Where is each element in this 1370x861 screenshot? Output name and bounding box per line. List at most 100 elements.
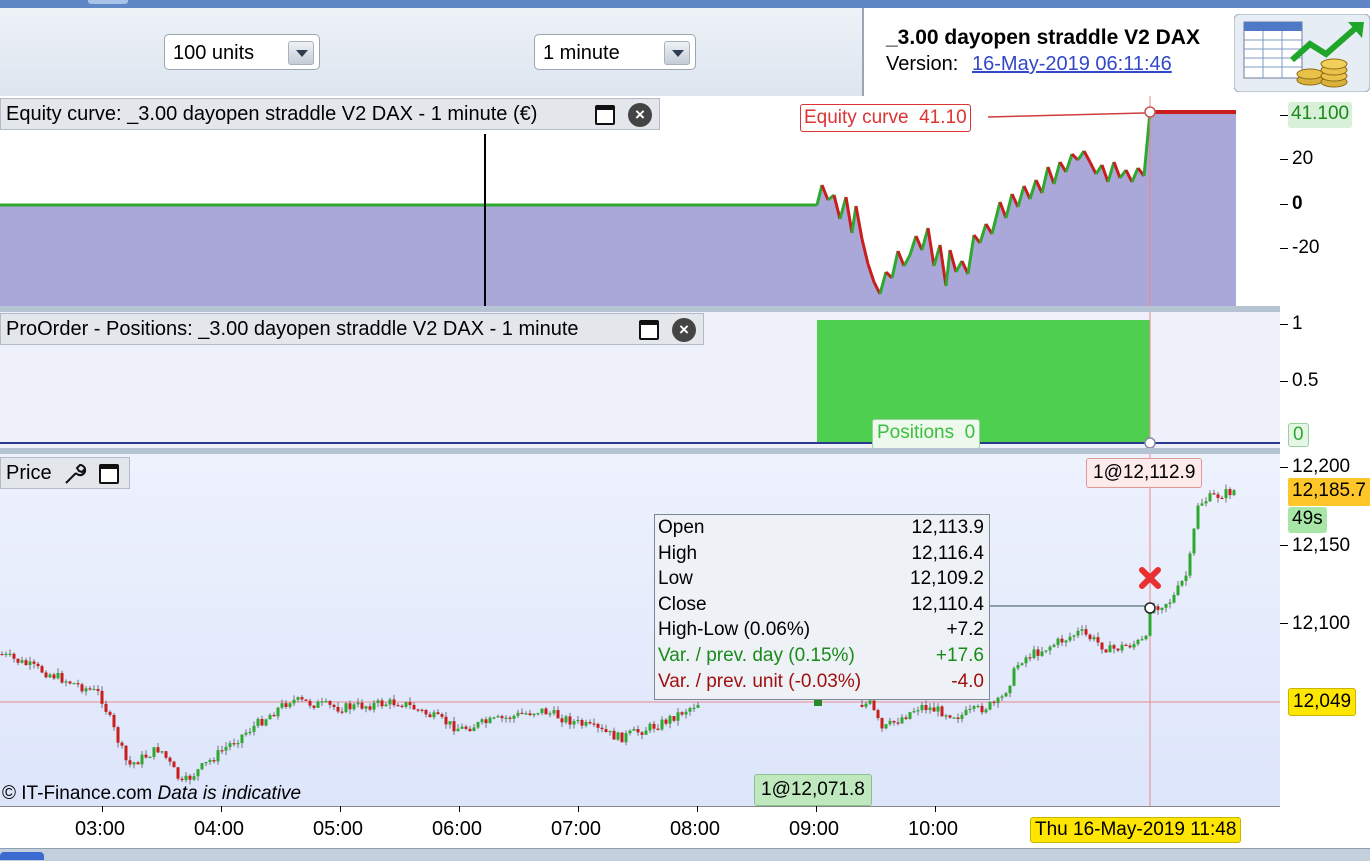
candle-body: [1084, 629, 1088, 635]
window-top-tab[interactable]: [88, 0, 128, 4]
candle-body: [140, 754, 144, 765]
chevron-down-icon[interactable]: [664, 41, 690, 65]
candle-body: [240, 734, 244, 744]
candle-body: [324, 701, 328, 703]
candle-body: [92, 688, 96, 691]
x-tick-label: 04:00: [194, 818, 245, 840]
candle-body: [452, 721, 456, 732]
chevron-down-icon[interactable]: [288, 41, 314, 65]
copyright: © IT-Finance.com: [2, 783, 153, 804]
candle-body: [972, 706, 976, 709]
candle-body: [296, 697, 300, 700]
candle-body: [1168, 602, 1172, 604]
candle-body: [156, 747, 160, 753]
y-tick-mark: [1280, 248, 1288, 249]
units-select[interactable]: 100 units: [164, 34, 320, 70]
candle-body: [1184, 575, 1188, 582]
candle-body: [1036, 649, 1040, 656]
y-tick-mark: [1280, 159, 1288, 160]
candle-body: [1172, 594, 1176, 603]
candle-body: [352, 704, 356, 710]
positions-cursor-point: [1144, 437, 1156, 448]
candle-body: [120, 742, 124, 746]
candle-body: [624, 733, 628, 743]
candle-body: [8, 653, 12, 655]
candle-body: [192, 776, 196, 780]
ohlc-row: Var. / prev. day (0.15%) +17.6: [658, 645, 986, 671]
equity-last-value-badge: 41.100: [1288, 102, 1353, 128]
candle-body: [512, 715, 516, 719]
candle-body: [504, 717, 508, 719]
candle-body: [432, 712, 436, 718]
wrench-icon[interactable]: [63, 462, 89, 492]
candle-body: [680, 712, 684, 715]
ohlc-value: -4.0: [951, 670, 984, 692]
candle-body: [1040, 651, 1044, 656]
candle-body: [576, 720, 580, 722]
ohlc-value: 12,113.9: [911, 517, 984, 538]
version-date-link[interactable]: 16-May-2019 06:11:46: [972, 53, 1172, 76]
candle-body: [84, 688, 88, 692]
x-tick-mark: [102, 806, 103, 812]
candle-body: [12, 653, 16, 659]
candle-body: [956, 717, 960, 719]
candle-body: [272, 714, 276, 717]
candle-body: [520, 712, 524, 714]
window-bottom-strip: [0, 848, 1370, 861]
candle-body: [336, 706, 340, 712]
candle-body: [392, 699, 396, 706]
candle-body: [1180, 581, 1184, 586]
candle-body: [48, 674, 52, 678]
candle-body: [4, 653, 8, 656]
candle-body: [676, 712, 680, 721]
candle-body: [232, 743, 236, 745]
timeframe-select[interactable]: 1 minute: [534, 34, 696, 70]
candle-body: [652, 723, 656, 729]
candle-body: [220, 750, 224, 752]
candle-body: [492, 717, 496, 719]
candle-body: [1064, 640, 1068, 643]
candle-body: [616, 732, 620, 740]
x-tick-label: 07:00: [551, 818, 602, 840]
candle-body: [24, 660, 28, 666]
ohlc-key: High: [658, 542, 698, 564]
candle-body: [916, 710, 920, 712]
candle-body: [640, 732, 644, 735]
candle-body: [532, 713, 536, 716]
data-disclaimer: Data is indicative: [157, 783, 302, 804]
positions-label: Positions 0: [872, 419, 981, 449]
candle-body: [508, 717, 512, 719]
window-bottom-tab[interactable]: [0, 852, 44, 860]
candle-body: [360, 702, 364, 709]
equity-y-tick: -20: [1292, 237, 1320, 258]
candle-body: [500, 716, 504, 719]
ohlc-tooltip: Open 12,113.9 High 12,116.4 Low 12,109.2 Close…: [654, 514, 990, 700]
ohlc-value: 12,109.2: [910, 568, 984, 590]
candle-body: [1048, 646, 1052, 651]
candle-body: [72, 683, 76, 685]
close-icon[interactable]: ×: [672, 318, 696, 342]
positions-last-value-badge: 0: [1288, 423, 1309, 447]
window-icon[interactable]: [595, 105, 615, 125]
candle-body: [56, 672, 60, 679]
window-icon[interactable]: [99, 464, 119, 484]
close-icon[interactable]: ×: [628, 103, 652, 127]
candle-body: [180, 778, 184, 781]
candle-body: [904, 717, 908, 719]
candle-body: [160, 751, 164, 753]
positions-bar: [817, 320, 1150, 444]
candle-body: [644, 730, 648, 735]
positions-label-value: 0: [964, 422, 976, 443]
countdown-badge: 49s: [1288, 507, 1327, 533]
candle-body: [332, 704, 336, 707]
ohlc-row: Close 12,110.4: [658, 594, 986, 620]
window-icon[interactable]: [639, 320, 659, 340]
ohlc-value: +7.2: [946, 619, 984, 641]
candle-body: [516, 712, 520, 716]
candle-body: [696, 704, 700, 708]
candle-body: [900, 717, 904, 724]
candle-body: [1156, 606, 1160, 610]
cursor-date-label: Thu 16-May-2019 11:48: [1030, 817, 1242, 843]
candle-body: [564, 716, 568, 723]
candle-body: [396, 705, 400, 707]
